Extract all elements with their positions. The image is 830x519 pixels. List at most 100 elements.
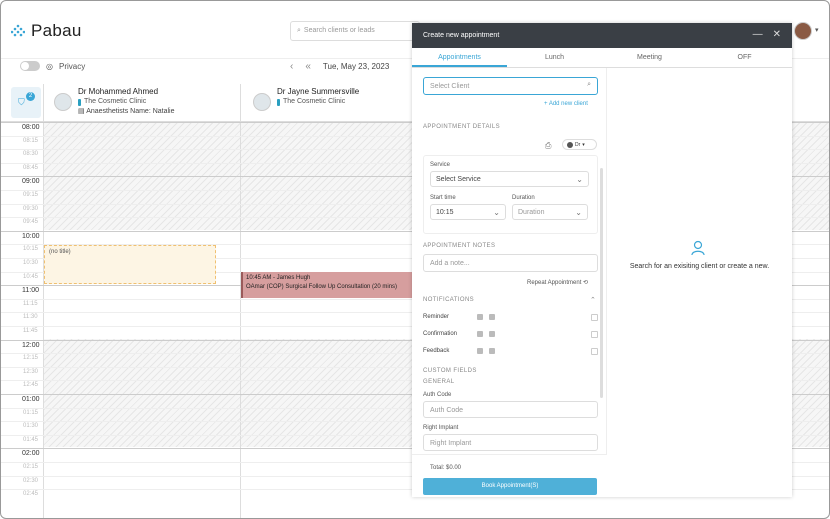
staff-avatar-small bbox=[567, 141, 573, 148]
chevron-down-icon[interactable]: ▾ bbox=[815, 26, 819, 34]
chevron-down-icon: ⌄ bbox=[575, 208, 582, 217]
start-time-value: 10:15 bbox=[436, 209, 454, 216]
privacy-label: Privacy bbox=[58, 61, 86, 71]
time-slot-label: 12:00 bbox=[22, 341, 40, 349]
time-slot-label: 10:30 bbox=[23, 260, 39, 266]
notification-reminder: Reminder bbox=[423, 313, 598, 321]
repeat-appointment[interactable]: Repeat Appointment ⟲ bbox=[527, 279, 588, 286]
filter-icon[interactable]: ⛉ bbox=[18, 97, 25, 108]
chevron-down-icon: ▾ bbox=[582, 141, 585, 148]
notification-checkbox[interactable] bbox=[591, 313, 598, 321]
search-placeholder: Search clients or leads bbox=[303, 27, 375, 34]
tab-appointments[interactable]: Appointments bbox=[412, 48, 507, 67]
filter-button[interactable] bbox=[11, 87, 41, 118]
start-time-label: Start time bbox=[430, 195, 456, 201]
time-slot-label: 11:30 bbox=[23, 314, 38, 321]
sms-icon[interactable] bbox=[477, 331, 483, 337]
appointment-form: Select Client ⌕ + Add new client APPOINT… bbox=[412, 68, 607, 497]
right-implant-label: Right Implant bbox=[423, 425, 459, 431]
book-appointment-button[interactable]: Book Appointment(S) bbox=[423, 478, 597, 495]
duration-label: Duration bbox=[512, 195, 535, 201]
time-slot-label: 01:00 bbox=[22, 396, 40, 403]
time-slot-label: 09:45 bbox=[23, 219, 39, 226]
empty-state-message: Search for an exisiting client or create… bbox=[629, 263, 770, 270]
staff-clinic: The Cosmetic Clinic bbox=[78, 97, 175, 107]
search-icon: ⌕ bbox=[297, 27, 301, 34]
app-window: Pabau ⌕ Search clients or leads ▾ ◎ Priv… bbox=[0, 0, 830, 519]
time-slot-label: 01:45 bbox=[23, 436, 39, 443]
notification-feedback: Feedback bbox=[423, 347, 598, 355]
placeholder-event[interactable]: (no title) bbox=[44, 245, 216, 284]
staff-info: Dr Jayne Summersville The Cosmetic Clini… bbox=[277, 87, 359, 111]
email-icon[interactable] bbox=[489, 314, 495, 320]
appointment-time: 10:45 AM - James Hugh bbox=[246, 275, 311, 281]
auth-code-input[interactable]: Auth Code bbox=[423, 401, 598, 418]
time-slot-label: 10:15 bbox=[23, 246, 39, 253]
time-slot-label: 08:00 bbox=[22, 124, 40, 131]
time-slot-label: 02:30 bbox=[23, 477, 39, 484]
staff-column-header[interactable]: Dr Jayne Summersville The Cosmetic Clini… bbox=[253, 87, 359, 111]
sms-icon[interactable] bbox=[477, 314, 483, 320]
staff-clinic-label: The Cosmetic Clinic bbox=[84, 98, 147, 105]
close-icon[interactable]: ✕ bbox=[773, 29, 781, 40]
time-slot-label: 08:45 bbox=[23, 164, 39, 171]
email-icon[interactable] bbox=[489, 348, 495, 354]
minimize-icon[interactable]: — bbox=[753, 29, 763, 40]
staff-name: Dr Mohammed Ahmed bbox=[78, 87, 159, 96]
duration-select[interactable]: Duration ⌄ bbox=[512, 204, 588, 220]
chevron-down-icon: ⌄ bbox=[493, 208, 500, 217]
right-implant-input[interactable]: Right Implant bbox=[423, 434, 598, 451]
appointment-tabs: Appointments Lunch Meeting OFF bbox=[412, 48, 792, 68]
notifications-heading: NOTIFICATIONS bbox=[423, 297, 475, 303]
print-icon[interactable]: ⎙ bbox=[545, 141, 551, 151]
search-icon: ⌕ bbox=[587, 81, 591, 88]
user-avatar[interactable] bbox=[794, 22, 812, 40]
repeat-label: Repeat Appointment bbox=[527, 280, 582, 286]
time-slot-label: 02:00 bbox=[22, 450, 40, 458]
repeat-icon: ⟲ bbox=[583, 280, 589, 286]
select-client-placeholder: Select Client bbox=[430, 83, 470, 90]
duration-placeholder: Duration bbox=[518, 209, 545, 216]
service-label: Service bbox=[430, 162, 451, 168]
appointment-block[interactable]: 10:45 AM - James Hugh OAmar (COP) Surgic… bbox=[241, 272, 412, 298]
time-slot-label: 01:30 bbox=[23, 423, 39, 430]
tab-meeting[interactable]: Meeting bbox=[602, 48, 697, 67]
time-slot-label: 02:15 bbox=[23, 464, 39, 470]
sms-icon[interactable] bbox=[477, 348, 483, 354]
current-date[interactable]: Tue, May 23, 2023 bbox=[323, 62, 389, 71]
time-slot-label: 02:45 bbox=[23, 491, 39, 498]
client-search-panel: Search for an exisiting client or create… bbox=[607, 68, 792, 497]
notification-checkbox[interactable] bbox=[591, 330, 598, 338]
logo[interactable]: Pabau bbox=[11, 21, 82, 41]
person-icon bbox=[691, 240, 705, 256]
pabau-logo-icon bbox=[11, 24, 25, 37]
add-new-client-link[interactable]: + Add new client bbox=[544, 101, 588, 107]
staff-column-header[interactable]: Dr Mohammed Ahmed The Cosmetic Clinic ▤ … bbox=[54, 87, 175, 117]
form-scrollbar[interactable] bbox=[600, 168, 603, 398]
search-input[interactable]: ⌕ Search clients or leads bbox=[290, 21, 420, 41]
select-client-input[interactable]: Select Client ⌕ bbox=[423, 77, 598, 95]
appointment-notes-heading: APPOINTMENT NOTES bbox=[423, 243, 496, 249]
prev-week-button[interactable]: « bbox=[305, 61, 311, 72]
staff-avatar bbox=[54, 93, 72, 111]
service-select[interactable]: Select Service ⌄ bbox=[430, 171, 589, 187]
start-time-select[interactable]: 10:15 ⌄ bbox=[430, 204, 506, 220]
time-slot-label: 10:00 bbox=[22, 232, 40, 240]
notification-checkbox[interactable] bbox=[591, 347, 598, 355]
clinic-color-icon bbox=[78, 98, 81, 106]
privacy-toggle[interactable] bbox=[20, 61, 40, 71]
tab-lunch[interactable]: Lunch bbox=[507, 48, 602, 67]
tab-off[interactable]: OFF bbox=[697, 48, 792, 67]
email-icon[interactable] bbox=[489, 331, 495, 337]
notification-label: Feedback bbox=[423, 348, 450, 354]
staff-selector[interactable]: Dr ▾ bbox=[562, 139, 597, 150]
note-input[interactable]: Add a note... bbox=[423, 254, 598, 272]
anaesthetist-label: Anaesthetists Name: Natalie bbox=[86, 108, 175, 115]
logo-text: Pabau bbox=[31, 21, 82, 40]
staff-clinic: The Cosmetic Clinic bbox=[277, 97, 359, 107]
modal-title: Create new appointment bbox=[423, 32, 500, 39]
general-heading: GENERAL bbox=[423, 379, 455, 385]
prev-day-button[interactable]: ‹ bbox=[290, 61, 293, 72]
chevron-up-icon[interactable]: ⌃ bbox=[590, 296, 596, 304]
custom-fields-heading: CUSTOM FIELDS bbox=[423, 368, 477, 374]
